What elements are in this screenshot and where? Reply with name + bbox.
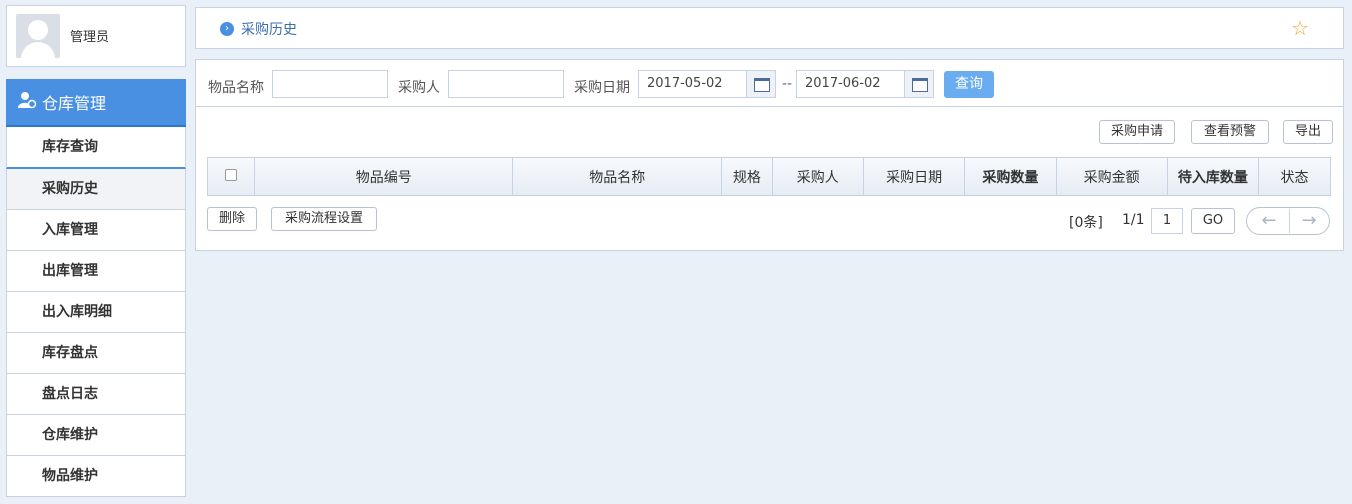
delete-button[interactable]: 删除: [207, 207, 257, 231]
sidebar: 仓库管理 库存查询 采购历史 入库管理 出库管理 出入库明细 库存盘点 盘点日志…: [6, 79, 186, 497]
arrow-left-icon[interactable]: ←: [1249, 209, 1290, 233]
column-header[interactable]: 物品名称: [512, 157, 723, 196]
search-bar: 物品名称 采购人 采购日期 2017-05-02 -- 2017-06-02 查…: [196, 60, 1343, 107]
buyer-label: 采购人: [398, 80, 440, 96]
table-header-row: 物品编号 物品名称 规格 采购人 采购日期 采购数量 采购金额 待入库数量 状态: [206, 157, 1331, 196]
breadcrumb: › 采购历史 ☆: [195, 7, 1344, 49]
sidebar-header[interactable]: 仓库管理: [6, 79, 186, 127]
column-header[interactable]: 采购金额: [1055, 157, 1168, 196]
item-name-input[interactable]: [272, 70, 388, 98]
record-count: [0条]: [1069, 215, 1103, 231]
query-button[interactable]: 查询: [944, 71, 994, 98]
calendar-icon[interactable]: [746, 70, 776, 98]
sidebar-item-io-detail[interactable]: 出入库明细: [6, 292, 186, 333]
export-button[interactable]: 导出: [1283, 120, 1333, 144]
page-indicator: 1/1: [1122, 212, 1145, 228]
user-gear-icon: [18, 91, 37, 113]
column-header[interactable]: 规格: [721, 157, 773, 196]
column-header[interactable]: 采购人: [771, 157, 864, 196]
avatar: [16, 14, 60, 58]
date-from-input[interactable]: 2017-05-02: [638, 70, 748, 98]
view-warning-button[interactable]: 查看预警: [1191, 120, 1269, 144]
star-icon[interactable]: ☆: [1291, 16, 1309, 40]
buyer-input[interactable]: [448, 70, 564, 98]
flow-settings-button[interactable]: 采购流程设置: [271, 207, 377, 231]
pager-nav: ← →: [1246, 207, 1330, 235]
chevron-right-icon: ›: [220, 22, 234, 36]
breadcrumb-current[interactable]: 采购历史: [241, 19, 297, 39]
purchase-table: 物品编号 物品名称 规格 采购人 采购日期 采购数量 采购金额 待入库数量 状态: [206, 157, 1331, 196]
column-header[interactable]: 采购日期: [862, 157, 966, 196]
sidebar-item-purchase-history[interactable]: 采购历史: [6, 169, 186, 210]
sidebar-item-stocktake-log[interactable]: 盘点日志: [6, 374, 186, 415]
page-input[interactable]: 1: [1151, 208, 1183, 234]
sidebar-item-inventory-query[interactable]: 库存查询: [6, 127, 186, 169]
date-separator: --: [782, 76, 793, 92]
sidebar-item-outbound[interactable]: 出库管理: [6, 251, 186, 292]
user-card: 管理员: [6, 5, 186, 67]
column-header[interactable]: 采购数量: [964, 157, 1057, 196]
column-header[interactable]: 状态: [1258, 157, 1331, 196]
arrow-right-icon[interactable]: →: [1289, 209, 1329, 233]
select-all-header[interactable]: [206, 157, 256, 196]
calendar-icon[interactable]: [904, 70, 934, 98]
column-header[interactable]: 物品编号: [254, 157, 514, 196]
sidebar-item-item-maintenance[interactable]: 物品维护: [6, 456, 186, 497]
user-name: 管理员: [70, 30, 110, 45]
go-button[interactable]: GO: [1191, 208, 1235, 234]
column-header[interactable]: 待入库数量: [1166, 157, 1260, 196]
sidebar-item-warehouse-maintenance[interactable]: 仓库维护: [6, 415, 186, 456]
main-panel: 物品名称 采购人 采购日期 2017-05-02 -- 2017-06-02 查…: [195, 59, 1344, 251]
item-name-label: 物品名称: [208, 80, 264, 96]
sidebar-item-stocktake[interactable]: 库存盘点: [6, 333, 186, 374]
date-label: 采购日期: [574, 80, 630, 96]
date-to-input[interactable]: 2017-06-02: [796, 70, 906, 98]
purchase-apply-button[interactable]: 采购申请: [1099, 120, 1175, 144]
select-all-checkbox[interactable]: [225, 168, 238, 181]
sidebar-item-inbound[interactable]: 入库管理: [6, 210, 186, 251]
sidebar-header-label: 仓库管理: [42, 94, 107, 113]
